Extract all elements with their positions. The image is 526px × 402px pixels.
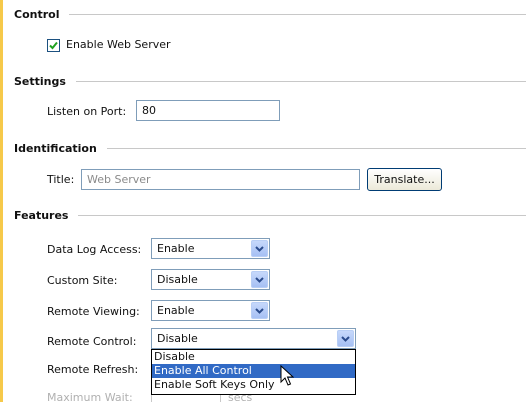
- option-enable-all-control[interactable]: Enable All Control: [152, 364, 355, 378]
- section-title-identification: Identification: [14, 141, 97, 155]
- section-divider: [78, 214, 526, 216]
- data-log-access-label: Data Log Access:: [47, 243, 142, 256]
- features-section-header: Features: [14, 208, 526, 222]
- section-title-features: Features: [14, 208, 69, 222]
- enable-web-server-label[interactable]: Enable Web Server: [66, 38, 171, 51]
- settings-panel: Control Enable Web Server Settings Liste…: [3, 0, 526, 402]
- section-divider: [69, 13, 526, 15]
- control-section-header: Control: [14, 7, 526, 21]
- custom-site-label: Custom Site:: [47, 274, 118, 287]
- remote-control-value: Disable: [157, 332, 198, 345]
- identification-section-header: Identification: [14, 141, 526, 155]
- option-enable-soft-keys-only[interactable]: Enable Soft Keys Only: [152, 378, 355, 392]
- data-log-access-value: Enable: [157, 242, 195, 255]
- custom-site-value: Disable: [157, 273, 198, 286]
- listen-port-input[interactable]: 80: [136, 100, 280, 121]
- settings-section-header: Settings: [14, 74, 526, 88]
- chevron-down-icon[interactable]: [337, 330, 354, 347]
- chevron-down-icon[interactable]: [251, 302, 268, 319]
- option-disable[interactable]: Disable: [152, 350, 355, 364]
- chevron-down-icon[interactable]: [251, 240, 268, 257]
- remote-viewing-value: Enable: [157, 304, 195, 317]
- remote-control-options: Disable Enable All Control Enable Soft K…: [151, 349, 356, 395]
- remote-refresh-label: Remote Refresh:: [47, 363, 139, 376]
- chevron-down-icon[interactable]: [251, 271, 268, 288]
- remote-viewing-select[interactable]: Enable: [151, 300, 270, 321]
- mouse-pointer-icon: [280, 365, 294, 386]
- enable-web-server-checkbox[interactable]: [47, 39, 60, 52]
- remote-control-label: Remote Control:: [47, 335, 137, 348]
- data-log-access-select[interactable]: Enable: [151, 238, 270, 259]
- section-title-control: Control: [14, 7, 60, 21]
- section-title-settings: Settings: [14, 74, 66, 88]
- title-field-label: Title:: [47, 173, 75, 186]
- checkmark-icon: [49, 41, 58, 50]
- maximum-wait-label: Maximum Wait:: [47, 391, 133, 402]
- section-divider: [75, 80, 526, 82]
- remote-viewing-label: Remote Viewing:: [47, 305, 140, 318]
- title-input[interactable]: Web Server: [81, 169, 360, 190]
- remote-control-select[interactable]: Disable: [151, 328, 356, 349]
- custom-site-select[interactable]: Disable: [151, 269, 270, 290]
- section-divider: [106, 147, 526, 149]
- translate-button[interactable]: Translate...: [367, 168, 442, 191]
- listen-on-port-label: Listen on Port:: [47, 105, 127, 118]
